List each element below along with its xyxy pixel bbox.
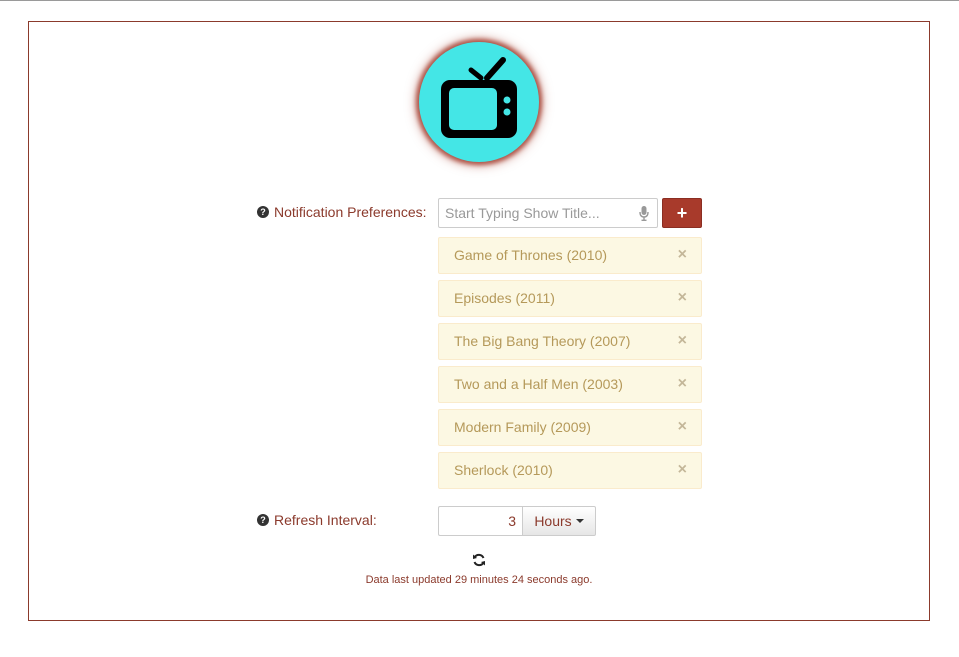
settings-panel: ? Notification Preferences: + Game of Th… bbox=[28, 21, 930, 621]
show-title: Modern Family (2009) bbox=[454, 419, 591, 435]
refresh-interval-label: Refresh Interval: bbox=[274, 512, 377, 528]
remove-show-icon[interactable]: × bbox=[678, 409, 687, 444]
refresh-label-row: ? Refresh Interval: bbox=[257, 512, 377, 528]
tv-logo bbox=[419, 42, 539, 162]
notification-label: Notification Preferences: bbox=[274, 204, 427, 220]
remove-show-icon[interactable]: × bbox=[678, 280, 687, 315]
interval-unit-label: Hours bbox=[534, 513, 572, 529]
show-item-4: Modern Family (2009) × bbox=[438, 409, 702, 446]
show-search-input[interactable] bbox=[439, 199, 629, 227]
add-show-button[interactable]: + bbox=[662, 198, 702, 228]
refresh-icon[interactable] bbox=[472, 553, 486, 567]
show-title: Episodes (2011) bbox=[454, 290, 555, 306]
show-item-3: Two and a Half Men (2003) × bbox=[438, 366, 702, 403]
last-updated-status: Data last updated 29 minutes 24 seconds … bbox=[365, 574, 593, 586]
notification-label-row: ? Notification Preferences: bbox=[257, 204, 427, 220]
show-title: Two and a Half Men (2003) bbox=[454, 376, 623, 392]
show-search-box bbox=[438, 198, 658, 228]
microphone-icon[interactable] bbox=[639, 206, 649, 221]
refresh-interval-input[interactable] bbox=[438, 506, 522, 536]
show-title: Sherlock (2010) bbox=[454, 462, 553, 478]
caret-down-icon bbox=[575, 519, 584, 523]
show-item-1: Episodes (2011) × bbox=[438, 280, 702, 317]
tv-icon bbox=[441, 57, 517, 138]
help-icon[interactable]: ? bbox=[257, 206, 269, 218]
show-item-5: Sherlock (2010) × bbox=[438, 452, 702, 489]
show-title: Game of Thrones (2010) bbox=[454, 247, 608, 263]
remove-show-icon[interactable]: × bbox=[678, 323, 687, 358]
remove-show-icon[interactable]: × bbox=[678, 237, 687, 272]
remove-show-icon[interactable]: × bbox=[678, 366, 687, 401]
show-item-0: Game of Thrones (2010) × bbox=[438, 237, 702, 274]
remove-show-icon[interactable]: × bbox=[678, 452, 687, 487]
show-item-2: The Big Bang Theory (2007) × bbox=[438, 323, 702, 360]
top-divider bbox=[0, 0, 959, 1]
interval-unit-dropdown[interactable]: Hours bbox=[522, 506, 596, 536]
help-icon[interactable]: ? bbox=[257, 514, 269, 526]
show-title: The Big Bang Theory (2007) bbox=[454, 333, 631, 349]
